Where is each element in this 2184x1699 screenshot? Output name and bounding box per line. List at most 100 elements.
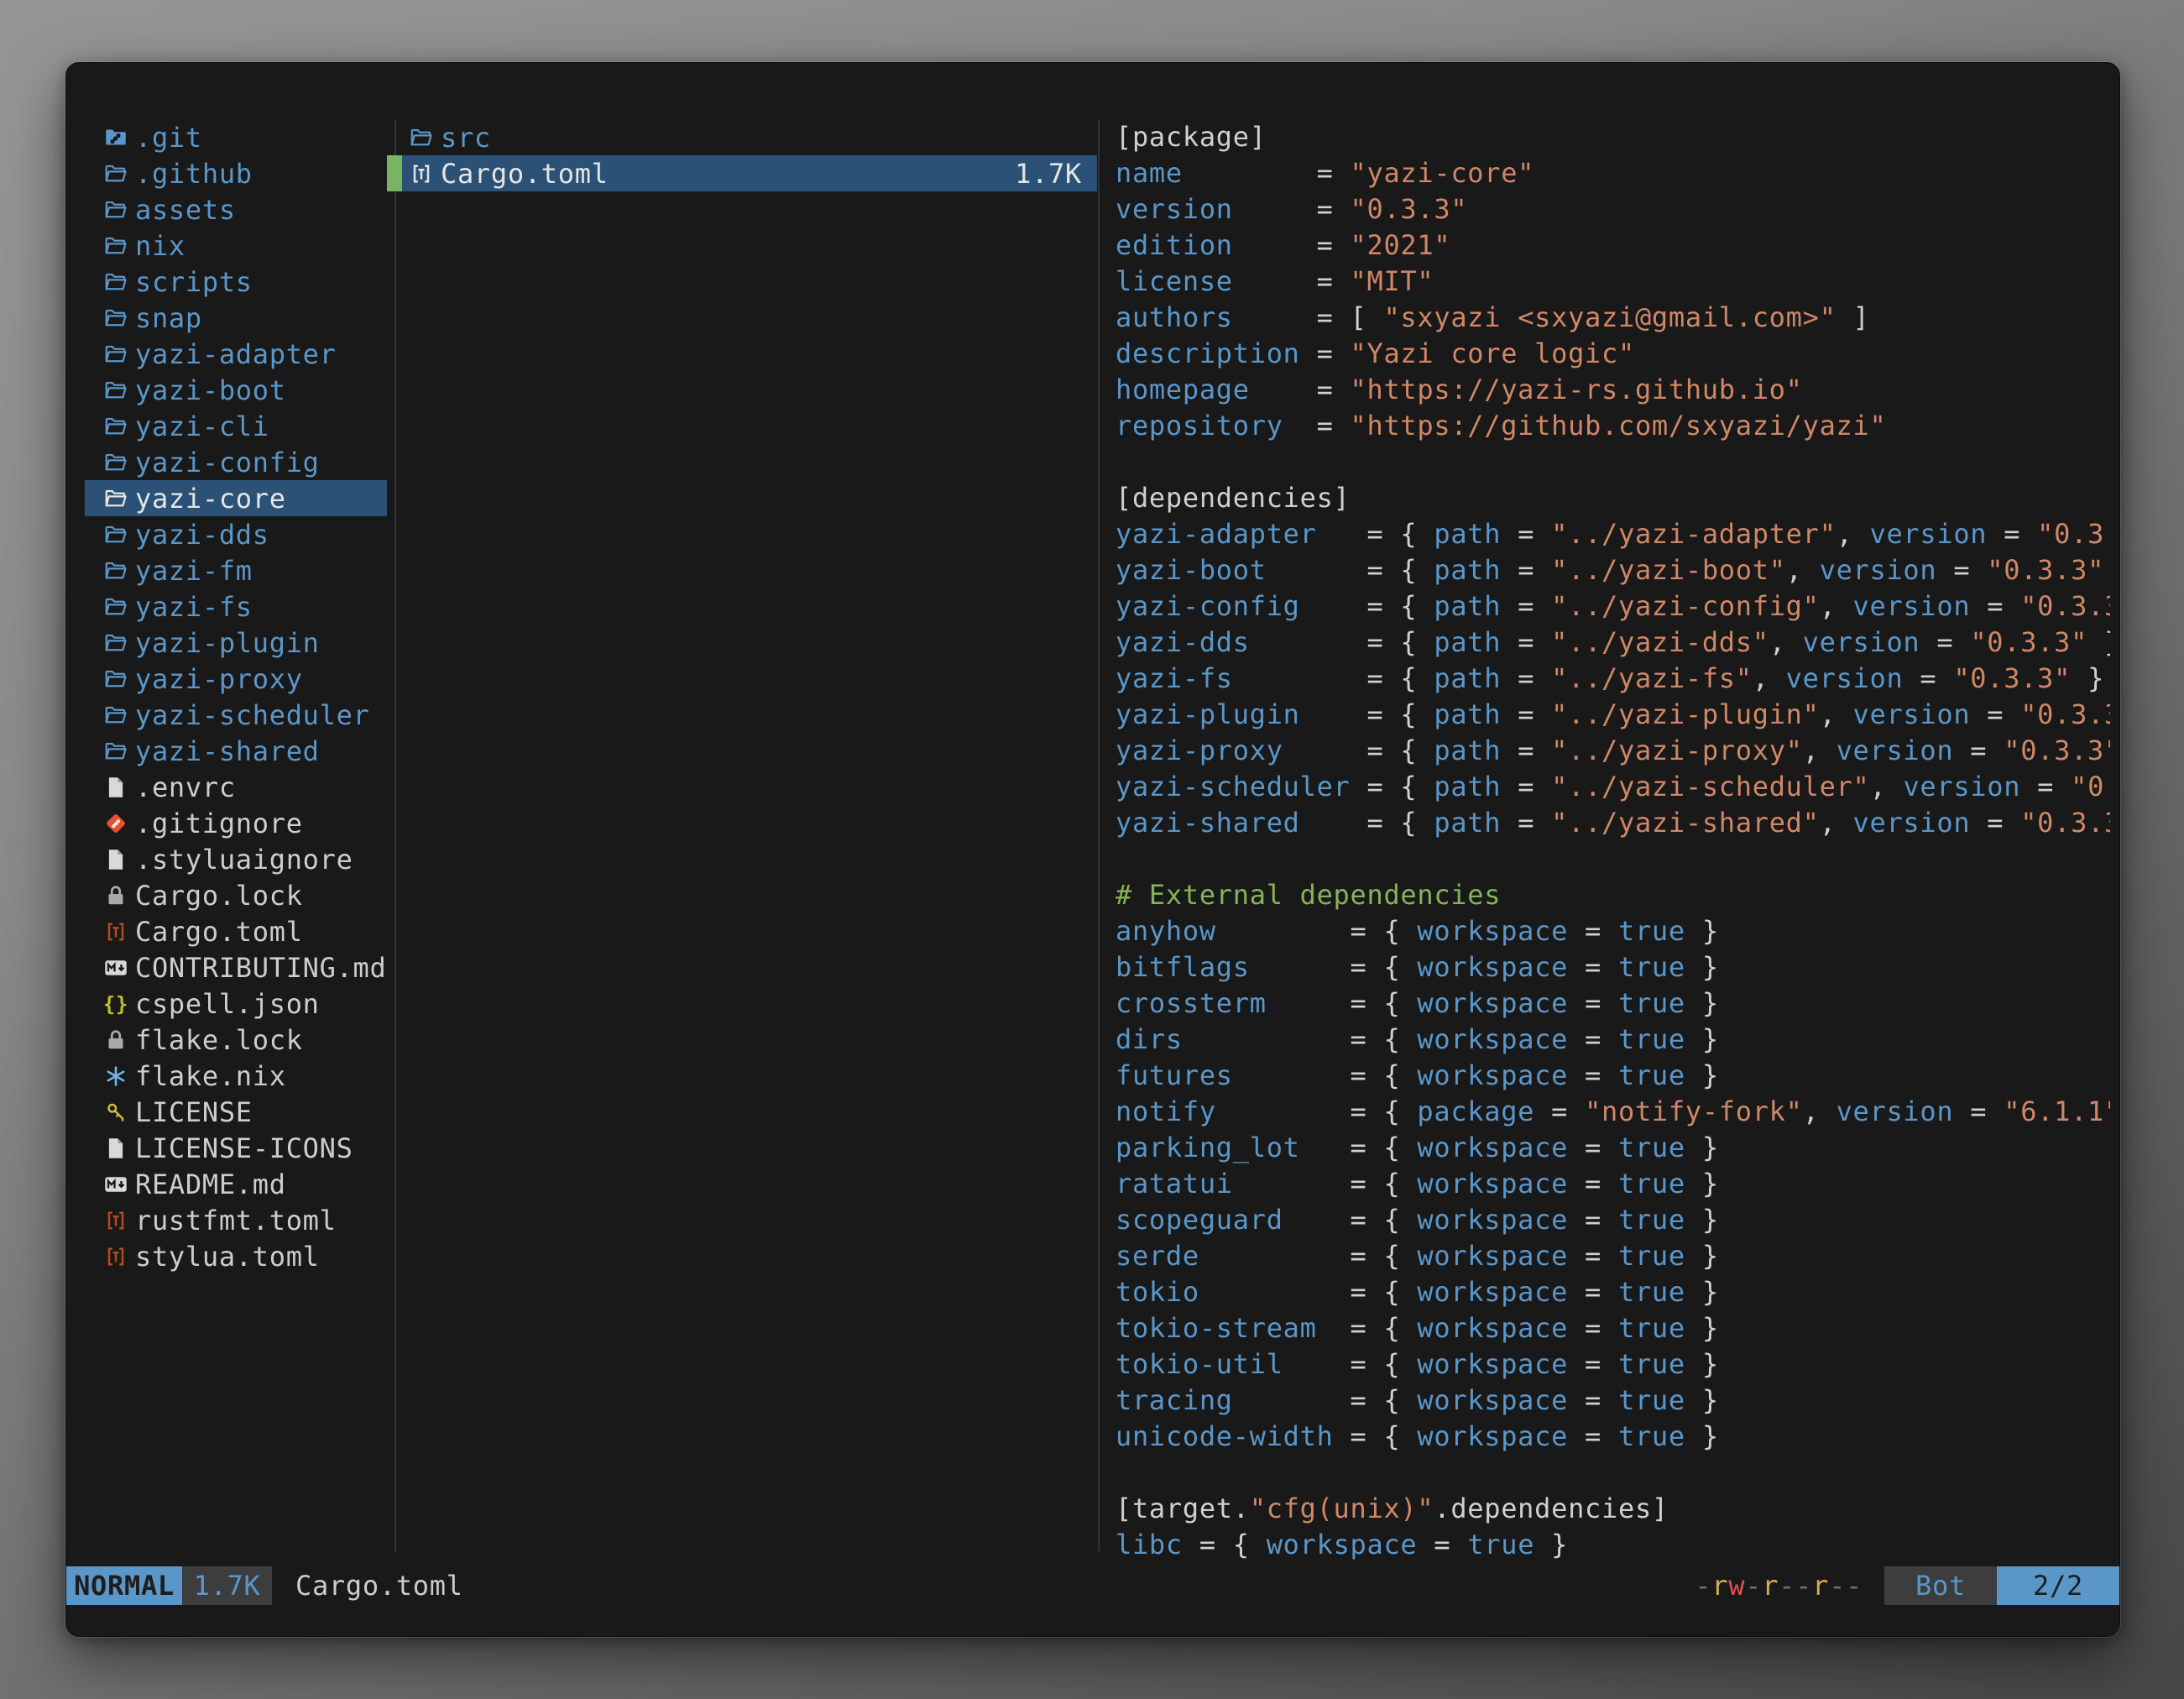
parent-pane[interactable]: .git.githubassets nixscriptssnap yazi-adap… bbox=[85, 119, 387, 1274]
file-item-cargo.toml[interactable]: Cargo.toml1.7K bbox=[387, 155, 1097, 191]
file-icon bbox=[103, 775, 128, 800]
file-name: flake.nix bbox=[135, 1060, 286, 1092]
status-bar-left: NORMAL 1.7K Cargo.toml bbox=[66, 1566, 463, 1605]
file-icon bbox=[103, 1136, 128, 1161]
preview-line: yazi-proxy = { path = "../yazi-proxy", v… bbox=[1116, 733, 2110, 769]
sidebar-item-.gitignore[interactable]: .gitignore bbox=[85, 805, 387, 841]
sidebar-item-scripts[interactable]: scripts bbox=[85, 264, 387, 300]
preview-line: yazi-adapter = { path = "../yazi-adapter… bbox=[1116, 516, 2110, 552]
file-name: LICENSE bbox=[135, 1096, 253, 1128]
file-name: nix bbox=[135, 230, 185, 262]
file-name: assets bbox=[135, 194, 236, 226]
preview-pane[interactable]: [package]name = "yazi-core"version = "0.… bbox=[1116, 119, 2110, 1563]
sidebar-item-cargo.toml[interactable]: Cargo.toml bbox=[85, 913, 387, 949]
sidebar-item-yazi-adapter[interactable]: yazi-adapter bbox=[85, 336, 387, 372]
sidebar-item-rustfmt.toml[interactable]: rustfmt.toml bbox=[85, 1202, 387, 1238]
sidebar-item-yazi-scheduler[interactable]: yazi-scheduler bbox=[85, 697, 387, 733]
sidebar-item-contributing.md[interactable]: CONTRIBUTING.md bbox=[85, 949, 387, 985]
preview-line: # External dependencies bbox=[1116, 877, 2110, 913]
file-name: yazi-core bbox=[135, 483, 286, 515]
sidebar-item-nix[interactable]: nix bbox=[85, 227, 387, 264]
sidebar-item-yazi-fs[interactable]: yazi-fs bbox=[85, 588, 387, 625]
file-size-badge: 1.7K bbox=[182, 1566, 272, 1605]
sidebar-item-yazi-config[interactable]: yazi-config bbox=[85, 444, 387, 480]
preview-line: ratatui = { workspace = true } bbox=[1116, 1166, 2110, 1202]
preview-line: tokio-util = { workspace = true } bbox=[1116, 1346, 2110, 1383]
file-name: yazi-fs bbox=[135, 591, 253, 623]
preview-line: name = "yazi-core" bbox=[1116, 155, 2110, 191]
svg-text:{}: {} bbox=[103, 992, 128, 1016]
file-name: yazi-plugin bbox=[135, 627, 320, 659]
preview-line: homepage = "https://yazi-rs.github.io" bbox=[1116, 372, 2110, 408]
sidebar-item-.styluaignore[interactable]: .styluaignore bbox=[85, 841, 387, 877]
file-name: .envrc bbox=[135, 771, 236, 803]
yazi-window: .git.githubassets nixscriptssnap yazi-adap… bbox=[65, 62, 2120, 1637]
file-item-src[interactable]: src bbox=[387, 119, 1097, 155]
file-name: Cargo.toml bbox=[135, 916, 303, 948]
preview-line: futures = { workspace = true } bbox=[1116, 1058, 2110, 1094]
file-name: yazi-fm bbox=[135, 555, 253, 587]
sidebar-item-.git[interactable]: .git bbox=[85, 119, 387, 155]
sidebar-item-cargo.lock[interactable]: Cargo.lock bbox=[85, 877, 387, 913]
sidebar-item-.github[interactable]: .github bbox=[85, 155, 387, 191]
preview-line: notify = { package = "notify-fork", vers… bbox=[1116, 1094, 2110, 1130]
folder-icon bbox=[103, 233, 128, 259]
file-name: README.md bbox=[135, 1168, 286, 1200]
preview-line: bitflags = { workspace = true } bbox=[1116, 949, 2110, 985]
file-size: 1.7K bbox=[1015, 158, 1097, 190]
toml-icon bbox=[103, 1244, 128, 1269]
folder-icon bbox=[103, 269, 128, 295]
sidebar-item-flake.nix[interactable]: flake.nix bbox=[85, 1058, 387, 1094]
current-pane[interactable]: srcCargo.toml1.7K bbox=[387, 119, 1097, 191]
file-name: yazi-cli bbox=[135, 410, 269, 442]
folder-icon bbox=[103, 630, 128, 656]
sidebar-item-stylua.toml[interactable]: stylua.toml bbox=[85, 1238, 387, 1274]
preview-line: repository = "https://github.com/sxyazi/… bbox=[1116, 408, 2110, 444]
sidebar-item-assets[interactable]: assets bbox=[85, 191, 387, 227]
sidebar-item-yazi-plugin[interactable]: yazi-plugin bbox=[85, 625, 387, 661]
preview-line: yazi-plugin = { path = "../yazi-plugin",… bbox=[1116, 697, 2110, 733]
preview-line: unicode-width = { workspace = true } bbox=[1116, 1419, 2110, 1455]
sidebar-item-.envrc[interactable]: .envrc bbox=[85, 769, 387, 805]
pane-separator bbox=[1098, 119, 1100, 1551]
sidebar-item-yazi-core[interactable]: yazi-core bbox=[85, 480, 387, 516]
nix-icon bbox=[103, 1064, 128, 1089]
preview-line: crossterm = { workspace = true } bbox=[1116, 985, 2110, 1022]
preview-line: [package] bbox=[1116, 119, 2110, 155]
sidebar-item-flake.lock[interactable]: flake.lock bbox=[85, 1022, 387, 1058]
preview-line bbox=[1116, 841, 2110, 877]
md-icon bbox=[103, 1172, 128, 1197]
sidebar-item-license-icons[interactable]: LICENSE-ICONS bbox=[85, 1130, 387, 1166]
sidebar-item-yazi-cli[interactable]: yazi-cli bbox=[85, 408, 387, 444]
sidebar-item-yazi-fm[interactable]: yazi-fm bbox=[85, 552, 387, 588]
preview-line bbox=[1116, 444, 2110, 480]
sidebar-item-yazi-dds[interactable]: yazi-dds bbox=[85, 516, 387, 552]
preview-line: dirs = { workspace = true } bbox=[1116, 1022, 2110, 1058]
pane-separator bbox=[394, 119, 396, 1551]
sidebar-item-snap[interactable]: snap bbox=[85, 300, 387, 336]
file-name: .gitignore bbox=[135, 808, 303, 839]
sidebar-item-yazi-shared[interactable]: yazi-shared bbox=[85, 733, 387, 769]
file-name: snap bbox=[135, 302, 202, 334]
file-name: CONTRIBUTING.md bbox=[135, 952, 386, 984]
preview-line: tokio = { workspace = true } bbox=[1116, 1274, 2110, 1310]
folder-icon bbox=[103, 703, 128, 728]
sidebar-item-cspell.json[interactable]: {}cspell.json bbox=[85, 985, 387, 1022]
folder-icon bbox=[103, 378, 128, 403]
sidebar-item-readme.md[interactable]: README.md bbox=[85, 1166, 387, 1202]
folder-icon bbox=[103, 414, 128, 439]
md-icon bbox=[103, 955, 128, 980]
folder-icon bbox=[103, 558, 128, 583]
sidebar-item-yazi-boot[interactable]: yazi-boot bbox=[85, 372, 387, 408]
file-name: yazi-proxy bbox=[135, 663, 303, 695]
preview-line: tokio-stream = { workspace = true } bbox=[1116, 1310, 2110, 1346]
preview-line: edition = "2021" bbox=[1116, 227, 2110, 264]
hover-marker bbox=[387, 155, 402, 191]
lock-icon bbox=[103, 1027, 128, 1053]
toml-icon bbox=[409, 161, 434, 186]
sidebar-item-license[interactable]: LICENSE bbox=[85, 1094, 387, 1130]
sidebar-item-yazi-proxy[interactable]: yazi-proxy bbox=[85, 661, 387, 697]
status-bar: NORMAL 1.7K Cargo.toml -rw-r--r-- Bot 2/… bbox=[66, 1566, 2119, 1605]
file-name: yazi-adapter bbox=[135, 338, 337, 370]
file-name: rustfmt.toml bbox=[135, 1205, 337, 1236]
